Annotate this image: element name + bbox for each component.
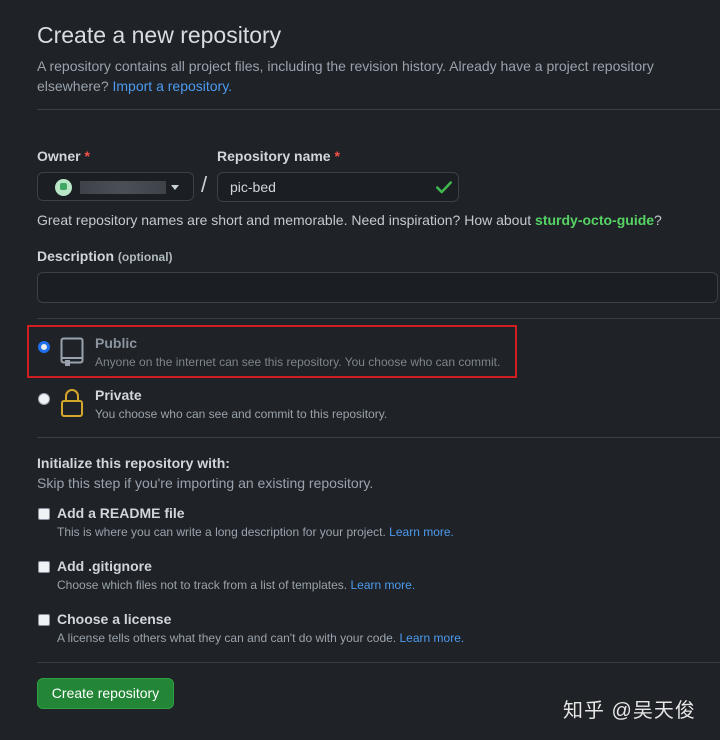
owner-label-text: Owner	[37, 148, 81, 164]
gitignore-checkbox[interactable]	[38, 561, 50, 573]
public-option-highlight	[27, 325, 517, 378]
owner-repo-separator: /	[201, 172, 208, 197]
readme-desc: This is where you can write a long descr…	[57, 525, 454, 539]
readme-checkbox[interactable]	[38, 508, 50, 520]
chevron-down-icon	[171, 185, 179, 190]
name-suggestion-link[interactable]: sturdy-octo-guide	[535, 212, 654, 228]
readme-desc-text: This is where you can write a long descr…	[57, 525, 386, 539]
license-desc-text: A license tells others what they can and…	[57, 631, 397, 645]
init-title: Initialize this repository with:	[37, 455, 230, 471]
name-hint: Great repository names are short and mem…	[37, 212, 662, 228]
optional-tag: (optional)	[117, 250, 173, 264]
repo-book-icon	[60, 337, 84, 366]
divider	[37, 318, 720, 319]
import-repository-link[interactable]: Import a repository.	[113, 78, 233, 94]
license-title: Choose a license	[57, 611, 172, 627]
public-option-title: Public	[95, 335, 138, 351]
license-learn-more-link[interactable]: Learn more.	[400, 631, 465, 645]
owner-select[interactable]	[37, 172, 194, 201]
description-label: Description (optional)	[37, 248, 173, 264]
repository-name-input[interactable]: pic-bed	[217, 172, 459, 202]
description-input[interactable]	[37, 272, 718, 303]
repo-name-required-mark: *	[334, 148, 340, 164]
owner-label: Owner *	[37, 148, 90, 164]
readme-title: Add a README file	[57, 505, 185, 521]
gitignore-learn-more-link[interactable]: Learn more.	[350, 578, 415, 592]
hint-prefix: Great repository names are short and mem…	[37, 212, 536, 228]
init-subtitle: Skip this step if you're importing an ex…	[37, 475, 374, 491]
public-option-desc: Anyone on the internet can see this repo…	[95, 355, 501, 369]
divider	[37, 437, 720, 438]
private-radio[interactable]	[38, 393, 50, 405]
owner-required-mark: *	[84, 148, 90, 164]
hint-suffix: ?	[654, 212, 662, 228]
page-subtitle: A repository contains all project files,…	[37, 56, 717, 96]
private-option-desc: You choose who can see and commit to thi…	[95, 407, 388, 421]
repo-name-label-text: Repository name	[217, 148, 331, 164]
create-repository-button[interactable]: Create repository	[37, 678, 174, 709]
description-label-text: Description	[37, 248, 115, 264]
gitignore-title: Add .gitignore	[57, 558, 152, 574]
public-radio[interactable]	[38, 341, 50, 353]
gitignore-desc-text: Choose which files not to track from a l…	[57, 578, 348, 592]
gitignore-desc: Choose which files not to track from a l…	[57, 578, 415, 592]
watermark: 知乎 @吴天俊	[563, 700, 696, 722]
license-checkbox[interactable]	[38, 614, 50, 626]
checkmark-icon	[436, 181, 452, 194]
divider	[37, 109, 720, 110]
avatar	[55, 179, 72, 196]
license-desc: A license tells others what they can and…	[57, 631, 464, 645]
page-title: Create a new repository	[37, 22, 282, 48]
private-option-title: Private	[95, 387, 142, 403]
readme-learn-more-link[interactable]: Learn more.	[389, 525, 454, 539]
repo-name-label: Repository name *	[217, 148, 340, 164]
divider	[37, 662, 720, 663]
lock-icon	[61, 389, 83, 417]
owner-name-redacted	[80, 181, 166, 194]
